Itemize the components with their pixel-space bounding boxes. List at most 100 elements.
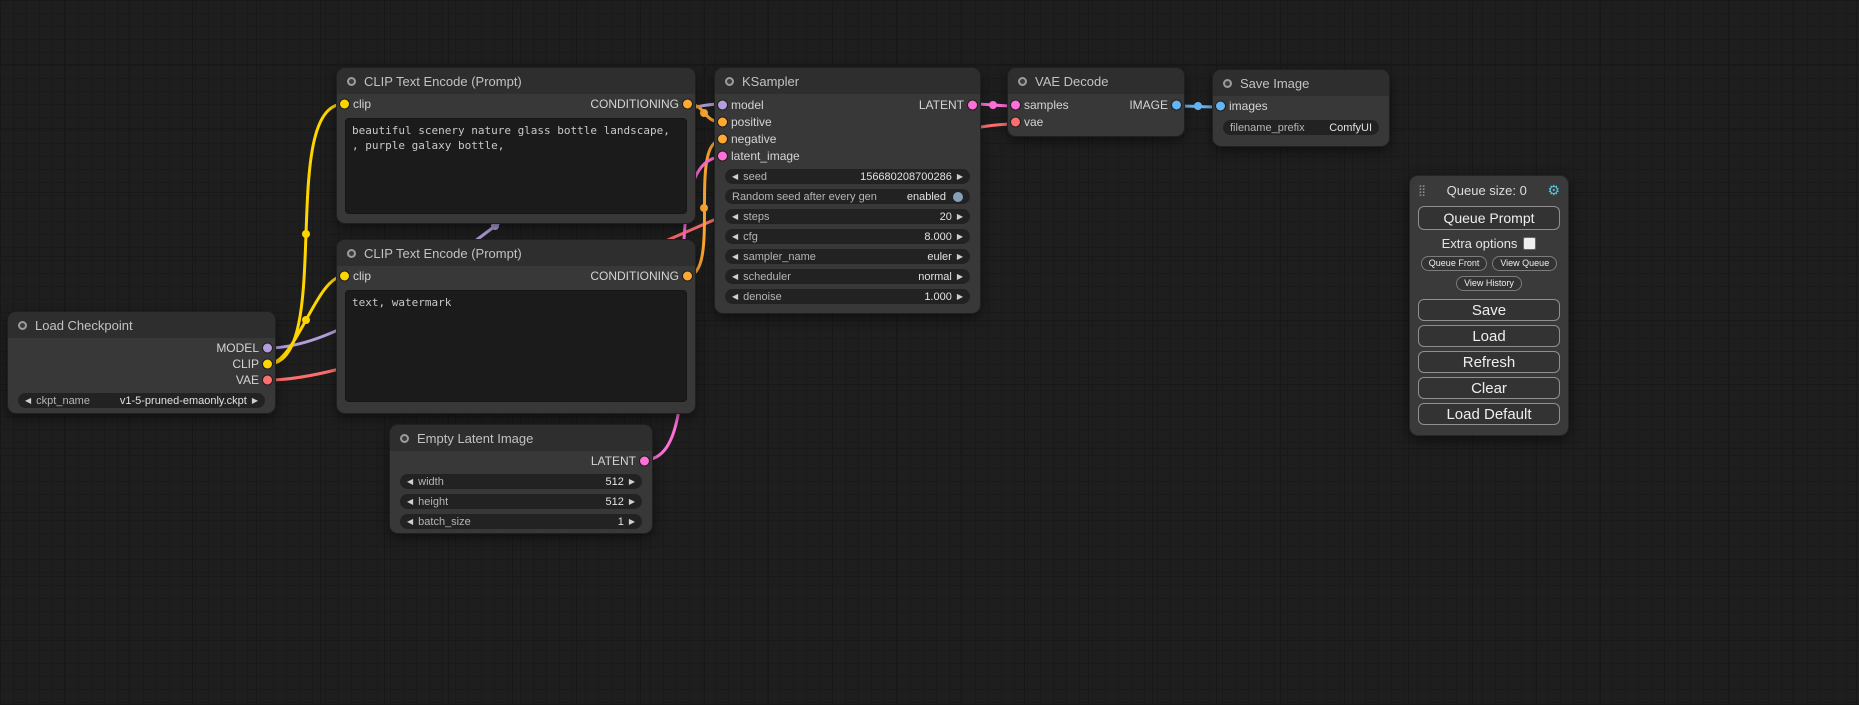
- images-input-slot[interactable]: [1216, 101, 1225, 110]
- node-clip-text-encode-positive[interactable]: CLIP Text Encode (Prompt) clip CONDITION…: [337, 68, 695, 223]
- toggle-dot-icon[interactable]: [953, 192, 963, 202]
- wire-midpoint-dot: [1194, 102, 1202, 110]
- decrement-arrow-icon[interactable]: ◀: [407, 478, 413, 486]
- slot-row: MODEL: [8, 340, 275, 356]
- width-widget[interactable]: ◀ width 512 ▶: [400, 474, 642, 489]
- increment-arrow-icon[interactable]: ▶: [957, 213, 963, 221]
- node-load-checkpoint[interactable]: Load Checkpoint MODEL CLIP VAE ◀ ckpt_na…: [8, 312, 275, 413]
- positive-prompt-textarea[interactable]: beautiful scenery nature glass bottle la…: [345, 118, 687, 214]
- view-history-button[interactable]: View History: [1456, 276, 1522, 291]
- node-title-bar[interactable]: VAE Decode: [1008, 68, 1184, 94]
- node-title: CLIP Text Encode (Prompt): [364, 74, 522, 89]
- extra-options-checkbox[interactable]: [1523, 237, 1536, 250]
- clip-output-slot[interactable]: [263, 360, 272, 369]
- denoise-widget[interactable]: ◀ denoise 1.000 ▶: [725, 289, 970, 304]
- decrement-arrow-icon[interactable]: ◀: [732, 293, 738, 301]
- increment-arrow-icon[interactable]: ▶: [957, 173, 963, 181]
- increment-arrow-icon[interactable]: ▶: [629, 498, 635, 506]
- drag-handle-icon[interactable]: ⣿: [1418, 184, 1426, 197]
- image-output-slot[interactable]: [1172, 100, 1181, 109]
- vae-input-slot[interactable]: [1011, 117, 1020, 126]
- widget-label: steps: [743, 211, 769, 223]
- slot-row: model LATENT: [715, 96, 980, 113]
- negative-input-slot[interactable]: [718, 134, 727, 143]
- widget-label: height: [418, 496, 448, 508]
- node-vae-decode[interactable]: VAE Decode samples IMAGE vae: [1008, 68, 1184, 136]
- save-button[interactable]: Save: [1418, 299, 1560, 321]
- scheduler-widget[interactable]: ◀ scheduler normal ▶: [725, 269, 970, 284]
- node-clip-text-encode-negative[interactable]: CLIP Text Encode (Prompt) clip CONDITION…: [337, 240, 695, 413]
- decrement-arrow-icon[interactable]: ◀: [25, 397, 31, 405]
- node-title-bar[interactable]: Empty Latent Image: [390, 425, 652, 451]
- widget-value: 512: [605, 476, 623, 488]
- model-output-slot[interactable]: [263, 344, 272, 353]
- clear-button[interactable]: Clear: [1418, 377, 1560, 399]
- increment-arrow-icon[interactable]: ▶: [957, 253, 963, 261]
- steps-widget[interactable]: ◀ steps 20 ▶: [725, 209, 970, 224]
- queue-prompt-button[interactable]: Queue Prompt: [1418, 206, 1560, 230]
- decrement-arrow-icon[interactable]: ◀: [732, 173, 738, 181]
- collapse-dot[interactable]: [347, 77, 356, 86]
- batch-size-widget[interactable]: ◀ batch_size 1 ▶: [400, 514, 642, 529]
- collapse-dot[interactable]: [18, 321, 27, 330]
- load-default-button[interactable]: Load Default: [1418, 403, 1560, 425]
- node-graph-canvas[interactable]: Load Checkpoint MODEL CLIP VAE ◀ ckpt_na…: [0, 0, 1859, 705]
- increment-arrow-icon[interactable]: ▶: [957, 233, 963, 241]
- latent-output-slot[interactable]: [640, 457, 649, 466]
- decrement-arrow-icon[interactable]: ◀: [407, 498, 413, 506]
- clip-input-slot[interactable]: [340, 272, 349, 281]
- height-widget[interactable]: ◀ height 512 ▶: [400, 494, 642, 509]
- collapse-dot[interactable]: [400, 434, 409, 443]
- collapse-dot[interactable]: [725, 77, 734, 86]
- increment-arrow-icon[interactable]: ▶: [629, 478, 635, 486]
- decrement-arrow-icon[interactable]: ◀: [732, 253, 738, 261]
- decrement-arrow-icon[interactable]: ◀: [407, 518, 413, 526]
- conditioning-output-slot[interactable]: [683, 100, 692, 109]
- refresh-button[interactable]: Refresh: [1418, 351, 1560, 373]
- filename-prefix-widget[interactable]: filename_prefix ComfyUI: [1223, 120, 1379, 135]
- vae-output-slot[interactable]: [263, 376, 272, 385]
- queue-front-button[interactable]: Queue Front: [1421, 256, 1488, 271]
- latent-output-label: LATENT: [919, 98, 964, 112]
- node-title-bar[interactable]: Save Image: [1213, 70, 1389, 96]
- positive-input-slot[interactable]: [718, 117, 727, 126]
- decrement-arrow-icon[interactable]: ◀: [732, 273, 738, 281]
- model-input-slot[interactable]: [718, 100, 727, 109]
- increment-arrow-icon[interactable]: ▶: [252, 397, 258, 405]
- seed-widget[interactable]: ◀ seed 156680208700286 ▶: [725, 169, 970, 184]
- latent-output-slot[interactable]: [968, 100, 977, 109]
- slot-row: negative: [715, 130, 980, 147]
- model-input-label: model: [731, 98, 764, 112]
- random-seed-toggle-widget[interactable]: Random seed after every gen enabled: [725, 189, 970, 204]
- cfg-widget[interactable]: ◀ cfg 8.000 ▶: [725, 229, 970, 244]
- latent-image-input-slot[interactable]: [718, 151, 727, 160]
- collapse-dot[interactable]: [1223, 79, 1232, 88]
- decrement-arrow-icon[interactable]: ◀: [732, 233, 738, 241]
- view-queue-button[interactable]: View Queue: [1492, 256, 1557, 271]
- node-save-image[interactable]: Save Image images filename_prefix ComfyU…: [1213, 70, 1389, 146]
- history-button-row: View History: [1418, 276, 1560, 291]
- collapse-dot[interactable]: [347, 249, 356, 258]
- collapse-dot[interactable]: [1018, 77, 1027, 86]
- node-title-bar[interactable]: Load Checkpoint: [8, 312, 275, 338]
- conditioning-output-slot[interactable]: [683, 272, 692, 281]
- node-ksampler[interactable]: KSampler model LATENT positive negative …: [715, 68, 980, 313]
- negative-prompt-textarea[interactable]: text, watermark: [345, 290, 687, 402]
- increment-arrow-icon[interactable]: ▶: [629, 518, 635, 526]
- increment-arrow-icon[interactable]: ▶: [957, 293, 963, 301]
- node-empty-latent-image[interactable]: Empty Latent Image LATENT ◀ width 512 ▶ …: [390, 425, 652, 533]
- widget-value: enabled: [907, 191, 946, 203]
- slot-row: clip CONDITIONING: [337, 94, 695, 114]
- load-button[interactable]: Load: [1418, 325, 1560, 347]
- node-title-bar[interactable]: KSampler: [715, 68, 980, 94]
- node-title-bar[interactable]: CLIP Text Encode (Prompt): [337, 68, 695, 94]
- sampler-name-widget[interactable]: ◀ sampler_name euler ▶: [725, 249, 970, 264]
- ckpt-name-widget[interactable]: ◀ ckpt_name v1-5-pruned-emaonly.ckpt ▶: [18, 393, 265, 408]
- samples-input-slot[interactable]: [1011, 100, 1020, 109]
- slot-row: LATENT: [390, 453, 652, 469]
- clip-input-slot[interactable]: [340, 100, 349, 109]
- decrement-arrow-icon[interactable]: ◀: [732, 213, 738, 221]
- node-title-bar[interactable]: CLIP Text Encode (Prompt): [337, 240, 695, 266]
- settings-gear-icon[interactable]: ⚙: [1547, 182, 1560, 199]
- increment-arrow-icon[interactable]: ▶: [957, 273, 963, 281]
